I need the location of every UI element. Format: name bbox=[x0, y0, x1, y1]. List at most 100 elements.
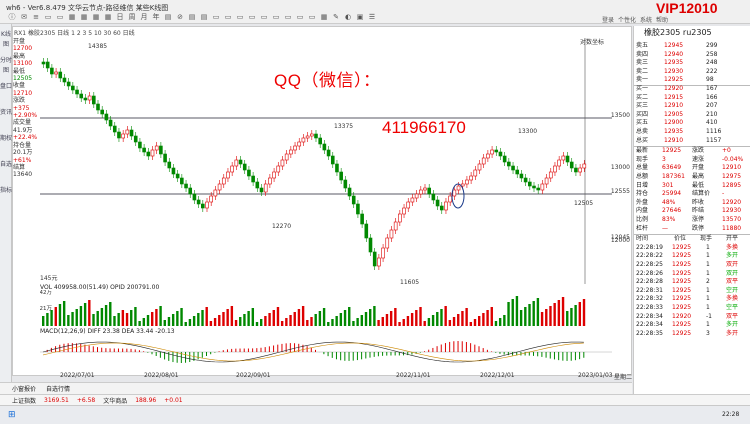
stat-row[interactable]: 最新 12925 涨跌 +0 bbox=[634, 147, 750, 156]
toolbar-icon[interactable]: ▭ bbox=[258, 13, 270, 22]
toolbar-icon[interactable]: ▭ bbox=[234, 13, 246, 22]
tick-row[interactable]: 22:28:32 12925 1 多换 bbox=[634, 295, 750, 304]
toolbar-icon[interactable]: ▦ bbox=[90, 13, 102, 22]
tab-watchlist[interactable]: 自选行情 bbox=[46, 384, 70, 393]
tick-row[interactable]: 22:28:25 12925 1 双开 bbox=[634, 261, 750, 270]
total-row[interactable]: 总买 12910 1157 bbox=[634, 137, 750, 146]
toolbar-icon[interactable]: ▤ bbox=[186, 13, 198, 22]
toolbar-icon[interactable]: ⊘ bbox=[174, 13, 186, 22]
candle bbox=[108, 119, 113, 127]
volume-bar bbox=[566, 311, 569, 326]
volume-bar bbox=[448, 320, 452, 326]
toolbar-icon[interactable]: ▭ bbox=[270, 13, 282, 22]
stat-row[interactable]: 内盘 27646 昨结 12930 bbox=[634, 207, 750, 216]
tick-row[interactable]: 22:28:34 12925 1 多开 bbox=[634, 321, 750, 330]
menu-personalize[interactable]: 个性化 bbox=[618, 15, 636, 24]
ask-row[interactable]: 卖五 12945 299 bbox=[634, 42, 750, 51]
sidebar-item[interactable]: 盘口 bbox=[0, 82, 12, 102]
stat-row-cell: 12910 bbox=[722, 164, 742, 172]
tab-small-quote[interactable]: 小窗报价 bbox=[12, 384, 36, 393]
sidebar-item[interactable]: 期权 bbox=[0, 134, 12, 154]
volume-bar bbox=[184, 322, 187, 326]
menu-system[interactable]: 系统 bbox=[640, 15, 652, 24]
candle bbox=[192, 193, 197, 201]
toolbar-icon[interactable]: ≡ bbox=[30, 13, 42, 22]
volume-bar bbox=[377, 320, 380, 326]
toolbar-icon[interactable]: ▣ bbox=[354, 13, 366, 22]
toolbar-icon[interactable]: ◐ bbox=[342, 13, 354, 22]
candle bbox=[557, 159, 561, 167]
tick-row[interactable]: 22:28:34 12920 -1 双平 bbox=[634, 313, 750, 322]
ask-row[interactable]: 卖二 12930 222 bbox=[634, 68, 750, 77]
stat-row[interactable]: 日增 301 最低 12895 bbox=[634, 182, 750, 191]
toolbar-icon[interactable]: ▦ bbox=[66, 13, 78, 22]
toolbar-icon[interactable]: ▦ bbox=[78, 13, 90, 22]
candle bbox=[536, 187, 540, 191]
tick-row[interactable]: 22:28:28 12925 2 双平 bbox=[634, 278, 750, 287]
bid-row-cell: 12920 bbox=[664, 85, 684, 92]
toolbar-icon[interactable]: ▭ bbox=[42, 13, 54, 22]
bid-row[interactable]: 买四 12905 210 bbox=[634, 111, 750, 120]
macd-chart[interactable] bbox=[40, 334, 612, 370]
toolbar-icon[interactable]: 日 bbox=[114, 13, 126, 22]
toolbar-icon[interactable]: 年 bbox=[150, 13, 162, 22]
tick-row[interactable]: 22:28:26 12925 1 双开 bbox=[634, 270, 750, 279]
stat-row[interactable]: 持仓 25994 结算价 - bbox=[634, 190, 750, 199]
sidebar-item[interactable]: 自选 bbox=[0, 160, 12, 180]
tick-row[interactable]: 22:28:33 12925 1 空平 bbox=[634, 304, 750, 313]
toolbar-icon[interactable]: ▦ bbox=[102, 13, 114, 22]
volume-bar bbox=[415, 310, 418, 326]
volume-bar bbox=[461, 311, 464, 326]
bid-row[interactable]: 买五 12900 410 bbox=[634, 119, 750, 128]
toolbar-icon[interactable]: 周 bbox=[126, 13, 138, 22]
bid-row[interactable]: 买三 12910 207 bbox=[634, 102, 750, 111]
toolbar-icon[interactable]: 月 bbox=[138, 13, 150, 22]
candle bbox=[431, 193, 436, 201]
quote-title: 橡胶2305 ru2305 bbox=[644, 28, 712, 37]
toolbar-icon[interactable]: ⓘ bbox=[6, 13, 18, 22]
toolbar-icon[interactable]: ▭ bbox=[306, 13, 318, 22]
menu-help[interactable]: 帮助 bbox=[656, 15, 668, 24]
ask-row-cell: 12930 bbox=[664, 67, 684, 75]
bid-row[interactable]: 买一 12920 167 bbox=[634, 85, 750, 94]
candle bbox=[112, 125, 117, 133]
info-line: 最低 bbox=[13, 67, 26, 75]
total-row[interactable]: 总卖 12935 1116 bbox=[634, 128, 750, 137]
stat-row[interactable]: 比例 83% 涨停 13570 bbox=[634, 216, 750, 225]
toolbar-icon[interactable]: ☰ bbox=[366, 13, 378, 22]
toolbar-icon[interactable]: ✎ bbox=[330, 13, 342, 22]
volume-chart[interactable]: 42万 21万 bbox=[40, 290, 612, 326]
candle bbox=[498, 151, 503, 157]
toolbar-icon[interactable]: ▭ bbox=[222, 13, 234, 22]
ask-row[interactable]: 卖一 12925 98 bbox=[634, 76, 750, 85]
stat-row[interactable]: 杠杆 — 跌停 11880 bbox=[634, 225, 750, 234]
toolbar-icon[interactable]: ▭ bbox=[282, 13, 294, 22]
toolbar-icon[interactable]: ▤ bbox=[162, 13, 174, 22]
ask-row[interactable]: 卖三 12935 248 bbox=[634, 59, 750, 68]
toolbar-icon[interactable]: ▤ bbox=[198, 13, 210, 22]
sidebar-item[interactable]: K线图 bbox=[0, 30, 12, 50]
bid-row[interactable]: 买二 12915 166 bbox=[634, 94, 750, 103]
date-label: 2022/09/01 bbox=[236, 372, 271, 379]
start-icon[interactable]: ⊞ bbox=[8, 410, 16, 420]
toolbar-icon[interactable]: ▭ bbox=[294, 13, 306, 22]
volume-bar bbox=[176, 311, 179, 326]
tick-row[interactable]: 22:28:22 12925 1 多开 bbox=[634, 252, 750, 261]
tick-row[interactable]: 22:28:35 12925 3 多开 bbox=[634, 330, 750, 339]
stat-row[interactable]: 总量 63649 开盘 12910 bbox=[634, 164, 750, 173]
toolbar-icon[interactable]: ▭ bbox=[246, 13, 258, 22]
candle bbox=[561, 155, 566, 161]
toolbar-icon[interactable]: ✉ bbox=[18, 13, 30, 22]
sidebar-item[interactable]: 指标 bbox=[0, 186, 12, 206]
sidebar-item[interactable]: 资讯 bbox=[0, 108, 12, 128]
toolbar-icon[interactable]: ▦ bbox=[318, 13, 330, 22]
menu-login[interactable]: 登录 bbox=[602, 15, 614, 24]
stat-row[interactable]: 总额 187361 最高 12975 bbox=[634, 173, 750, 182]
sidebar-item[interactable]: 分时图 bbox=[0, 56, 12, 76]
tick-header[interactable]: 时间 价位 现手 开平 bbox=[634, 235, 750, 244]
ask-row[interactable]: 卖四 12940 258 bbox=[634, 51, 750, 60]
toolbar-icon[interactable]: ▭ bbox=[54, 13, 66, 22]
candle bbox=[280, 159, 285, 167]
toolbar-icon[interactable]: ▭ bbox=[210, 13, 222, 22]
info-line: 20.1万 bbox=[13, 149, 33, 157]
